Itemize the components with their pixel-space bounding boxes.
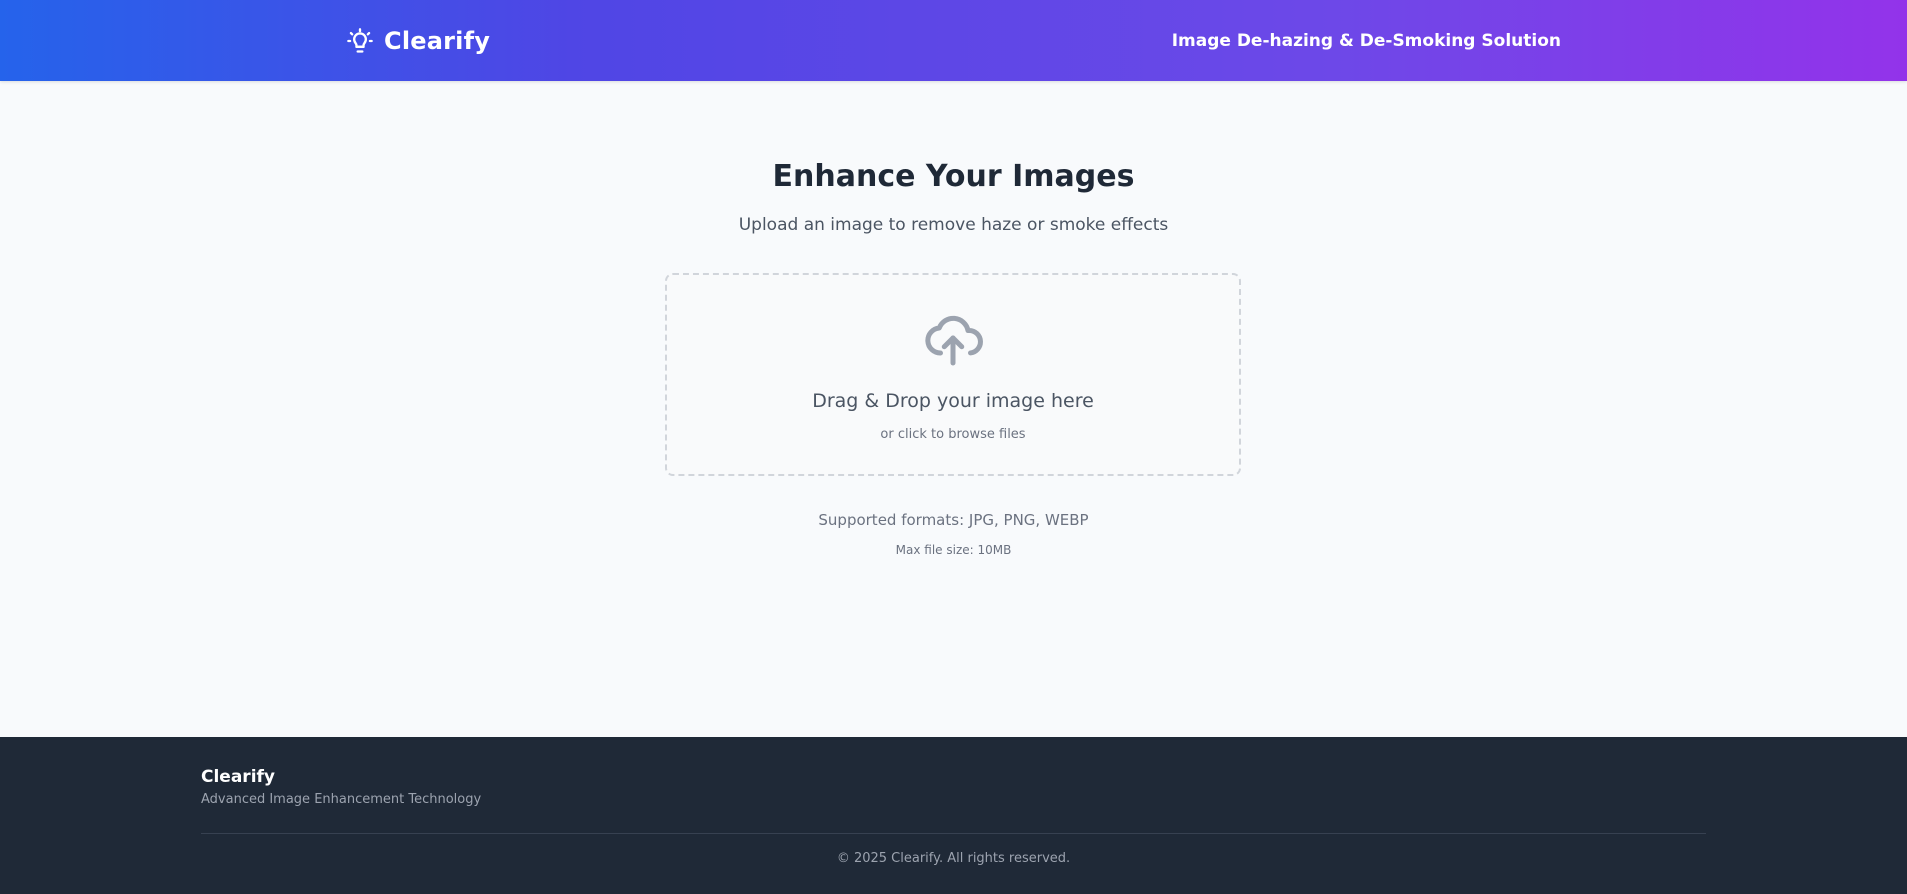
page-title: Enhance Your Images <box>772 159 1135 194</box>
page: Clearify Image De-hazing & De-Smoking So… <box>0 0 1907 894</box>
app-footer: Clearify Advanced Image Enhancement Tech… <box>0 737 1907 894</box>
brand-name: Clearify <box>384 26 491 55</box>
footer-divider <box>201 833 1706 834</box>
dropzone-title: Drag & Drop your image here <box>812 390 1094 412</box>
image-dropzone[interactable]: Drag & Drop your image here or click to … <box>665 273 1241 476</box>
header-tagline: Image De-hazing & De-Smoking Solution <box>1171 30 1561 51</box>
page-subtitle: Upload an image to remove haze or smoke … <box>738 215 1169 235</box>
cloud-upload-icon <box>925 315 983 366</box>
max-file-size-text: Max file size: 10MB <box>895 543 1012 557</box>
footer-tagline: Advanced Image Enhancement Technology <box>201 792 482 807</box>
main-content: Enhance Your Images Upload an image to r… <box>0 81 1907 737</box>
copyright-text: © 2025 Clearify. All rights reserved. <box>836 851 1071 866</box>
app-header: Clearify Image De-hazing & De-Smoking So… <box>0 0 1907 81</box>
footer-brand-name: Clearify <box>201 767 275 787</box>
supported-formats-text: Supported formats: JPG, PNG, WEBP <box>818 511 1089 529</box>
lightbulb-icon <box>347 27 373 53</box>
brand-logo-link[interactable]: Clearify <box>346 0 490 81</box>
dropzone-browse-hint: or click to browse files <box>880 427 1026 442</box>
